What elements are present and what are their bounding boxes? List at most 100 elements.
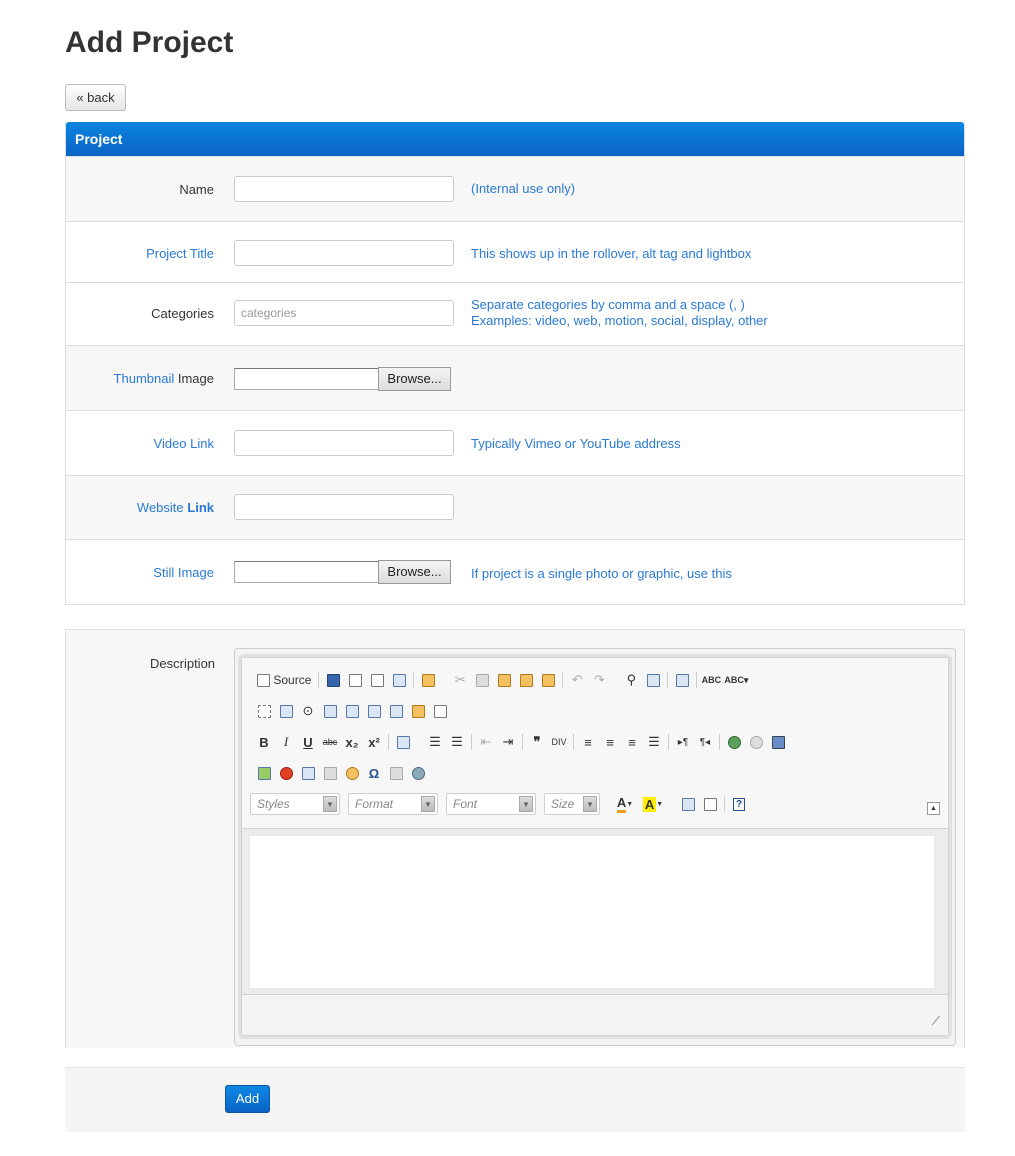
numbered-list-button[interactable]: ☰ [424, 732, 446, 752]
iframe-button[interactable] [407, 763, 429, 783]
replace-button[interactable] [642, 670, 664, 690]
chevron-down-icon: ▼ [323, 796, 337, 812]
templates-icon [421, 673, 435, 687]
styles-combo-label: Styles [257, 797, 290, 811]
image-button[interactable] [253, 763, 275, 783]
table-button[interactable] [297, 763, 319, 783]
align-center-button[interactable]: ≡ [599, 732, 621, 752]
scayt-button[interactable]: ABC▾ [722, 670, 750, 690]
text-color-button[interactable]: A ▼ [611, 794, 639, 814]
back-button[interactable]: « back [65, 84, 126, 111]
website-link-input[interactable] [234, 494, 454, 520]
resize-handle-icon[interactable]: ⟋ [932, 1014, 940, 1029]
replace-icon [646, 673, 660, 687]
bulleted-list-button[interactable]: ☰ [446, 732, 468, 752]
paste-word-button[interactable] [537, 670, 559, 690]
paste-button[interactable] [493, 670, 515, 690]
copy-icon [475, 673, 489, 687]
name-input[interactable] [234, 176, 454, 202]
smiley-button[interactable] [341, 763, 363, 783]
toolbar-row-3: B I U abc x₂ x² ☰ ☰ ⇤ ⇥ ❞ DIV ≡ ≡ ≡ ☰ ▸¶… [250, 730, 796, 754]
add-button[interactable]: Add [225, 1085, 270, 1113]
anchor-button[interactable] [767, 732, 789, 752]
strike-button[interactable]: abc [319, 732, 341, 752]
justify-button[interactable]: ☰ [643, 732, 665, 752]
ltr-button[interactable]: ▸¶ [672, 732, 694, 752]
source-button[interactable]: Source [253, 670, 315, 690]
superscript-button[interactable]: x² [363, 732, 385, 752]
project-title-row: Project Title This shows up in the rollo… [66, 221, 964, 282]
copy-button[interactable] [471, 670, 493, 690]
chevron-down-icon: ▼ [583, 796, 597, 812]
rtl-icon: ¶◂ [699, 736, 711, 748]
save-button[interactable] [322, 670, 344, 690]
source-label: Source [273, 673, 312, 687]
still-image-file-path[interactable] [234, 561, 380, 583]
scayt-icon: ABC▾ [724, 674, 749, 685]
still-image-browse-button[interactable]: Browse... [378, 560, 451, 584]
redo-button[interactable]: ↷ [588, 670, 610, 690]
styles-combo[interactable]: Styles ▼ [250, 793, 340, 815]
thumbnail-file-path[interactable] [234, 368, 380, 390]
page-break-button[interactable] [385, 763, 407, 783]
link-button[interactable] [723, 732, 745, 752]
unlink-button[interactable] [745, 732, 767, 752]
image-button-button[interactable] [407, 701, 429, 721]
font-combo[interactable]: Font ▼ [446, 793, 536, 815]
outdent-button[interactable]: ⇤ [475, 732, 497, 752]
website-link-row: Website Link [66, 475, 964, 539]
form-button[interactable] [253, 701, 275, 721]
format-combo[interactable]: Format ▼ [348, 793, 438, 815]
spellcheck-button[interactable]: ABC [700, 670, 722, 690]
maximize-button[interactable] [677, 794, 699, 814]
select-all-button[interactable] [671, 670, 693, 690]
print-button[interactable] [388, 670, 410, 690]
video-link-row: Video Link Typically Vimeo or YouTube ad… [66, 410, 964, 475]
about-button[interactable]: ? [728, 794, 750, 814]
editor-content-area[interactable] [250, 836, 934, 988]
project-title-input[interactable] [234, 240, 454, 266]
project-title-label: Project Title [146, 246, 214, 261]
video-link-help: Typically Vimeo or YouTube address [471, 436, 681, 451]
paste-text-button[interactable] [515, 670, 537, 690]
horizontal-rule-button[interactable] [319, 763, 341, 783]
textfield-button[interactable] [319, 701, 341, 721]
indent-button[interactable]: ⇥ [497, 732, 519, 752]
templates-button[interactable] [417, 670, 439, 690]
find-button[interactable]: ⚲ [620, 670, 642, 690]
align-right-button[interactable]: ≡ [621, 732, 643, 752]
checkbox-button[interactable] [275, 701, 297, 721]
new-page-button[interactable] [344, 670, 366, 690]
undo-button[interactable]: ↶ [566, 670, 588, 690]
div-button[interactable]: DIV [548, 732, 570, 752]
underline-button[interactable]: U [297, 732, 319, 752]
italic-button[interactable]: I [275, 732, 297, 752]
numbered-list-icon: ☰ [429, 734, 441, 749]
textarea-button[interactable] [341, 701, 363, 721]
hidden-field-button[interactable] [429, 701, 451, 721]
preview-icon [370, 673, 384, 687]
show-blocks-button[interactable] [699, 794, 721, 814]
about-icon: ? [732, 797, 746, 811]
collapse-toolbar-button[interactable]: ▲ [927, 802, 940, 815]
rtl-button[interactable]: ¶◂ [694, 732, 716, 752]
select-button[interactable] [363, 701, 385, 721]
bold-icon: B [259, 734, 269, 750]
size-combo[interactable]: Size ▼ [544, 793, 600, 815]
form-button-button[interactable] [385, 701, 407, 721]
categories-input[interactable] [234, 300, 454, 326]
radio-button[interactable]: ⊙ [297, 701, 319, 721]
special-char-button[interactable]: Ω [363, 763, 385, 783]
bg-color-button[interactable]: A ▼ [639, 794, 667, 814]
blockquote-button[interactable]: ❞ [526, 732, 548, 752]
remove-format-button[interactable] [392, 732, 414, 752]
align-left-button[interactable]: ≡ [577, 732, 599, 752]
thumbnail-browse-button[interactable]: Browse... [378, 367, 451, 391]
subscript-button[interactable]: x₂ [341, 732, 363, 752]
cut-button[interactable]: ✂ [449, 670, 471, 690]
strike-icon: abc [322, 737, 338, 747]
bold-button[interactable]: B [253, 732, 275, 752]
flash-button[interactable] [275, 763, 297, 783]
preview-button[interactable] [366, 670, 388, 690]
video-link-input[interactable] [234, 430, 454, 456]
